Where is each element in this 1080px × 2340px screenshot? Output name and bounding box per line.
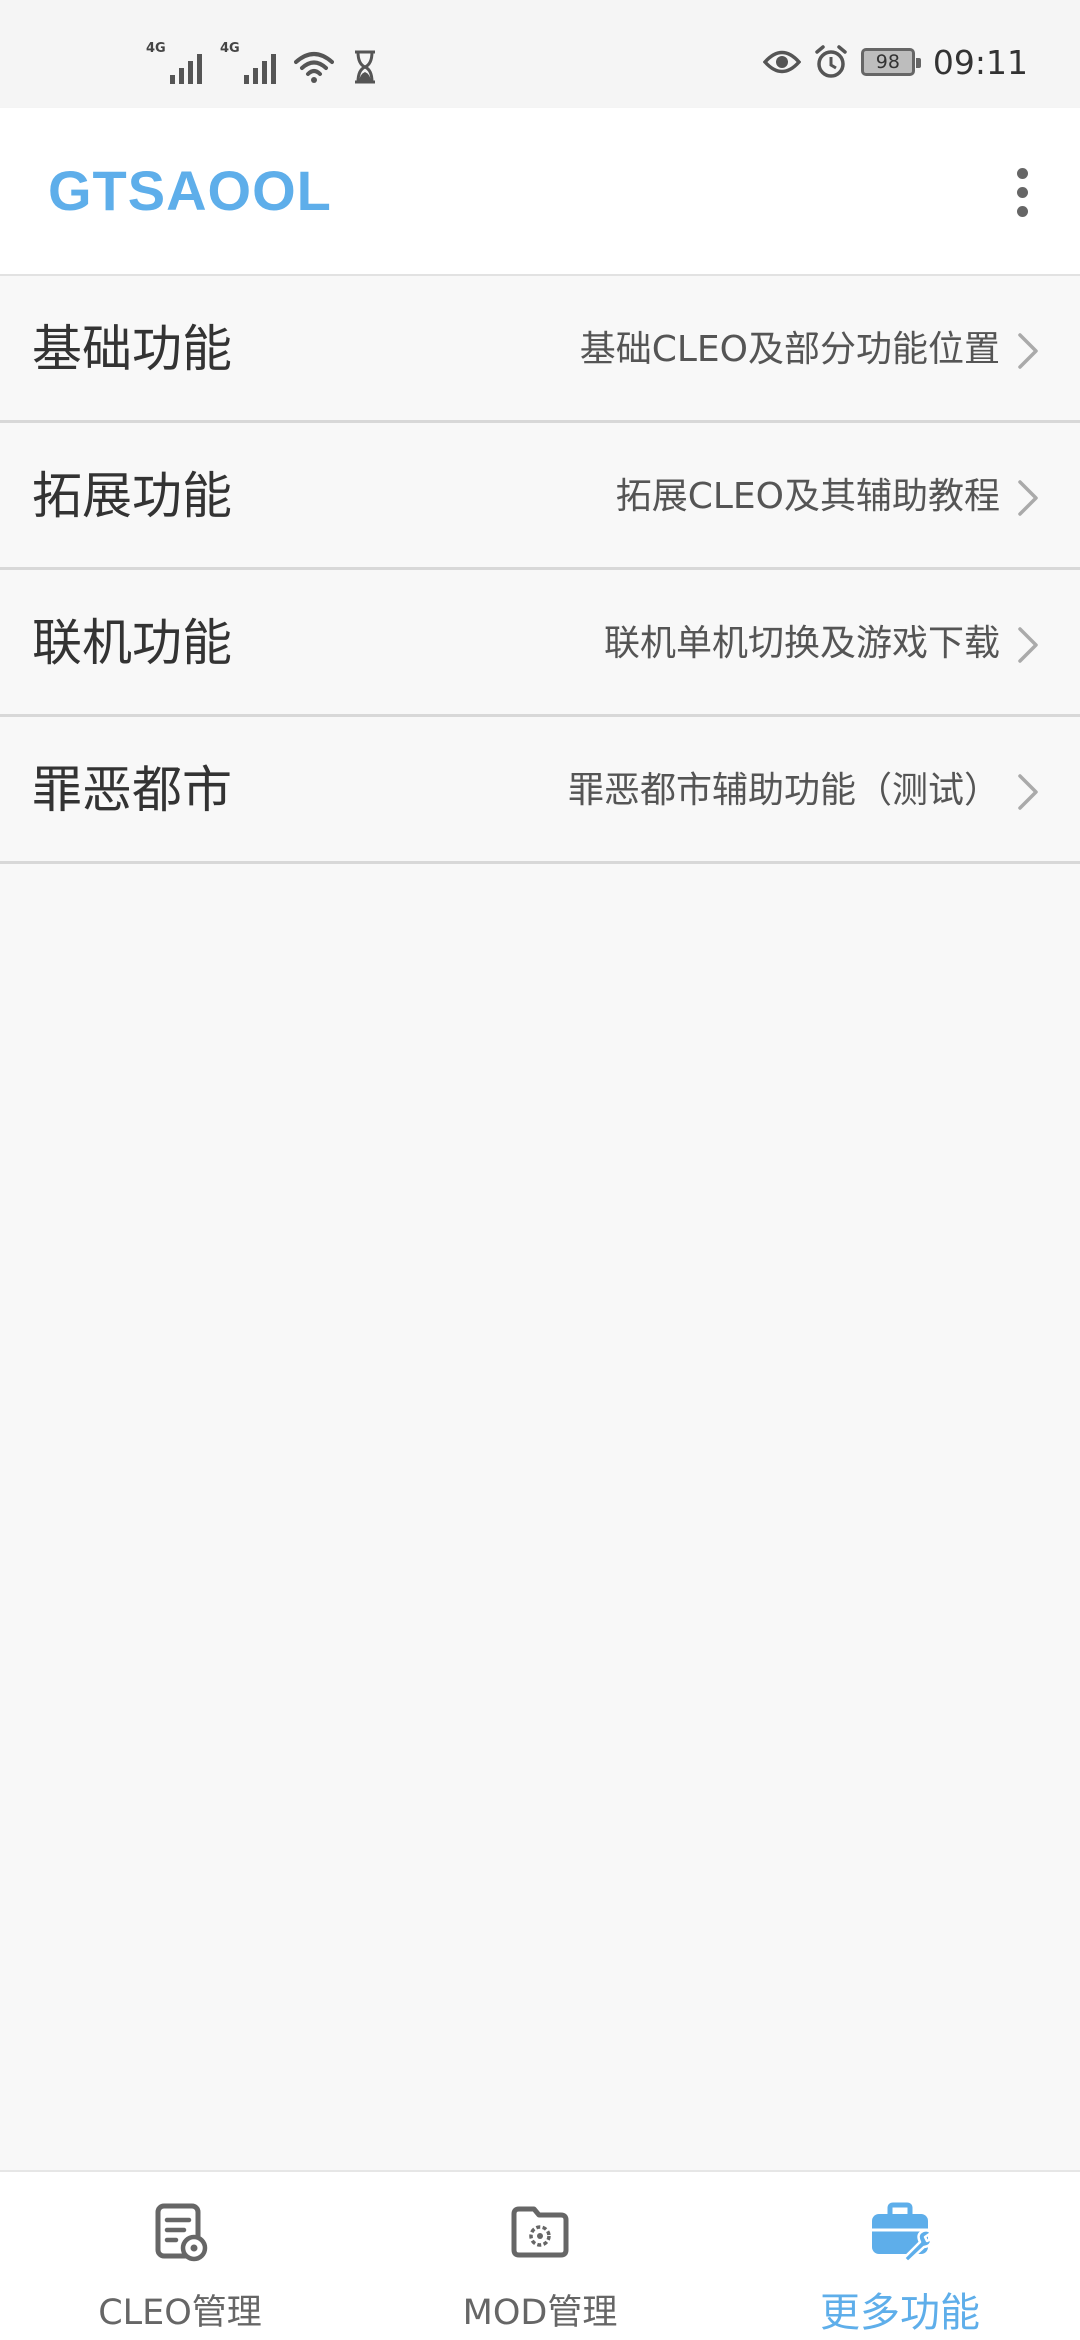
signal-icon: 4G bbox=[146, 42, 202, 84]
hourglass-icon bbox=[355, 50, 375, 84]
list-item-title: 联机功能 bbox=[32, 614, 232, 672]
screen: 4G 4G 98 09:11 GTSAOOL 基础功能 基础CLEO及部分功能位… bbox=[0, 0, 1080, 2340]
chevron-right-icon bbox=[1018, 774, 1038, 810]
list-item-vice-city[interactable]: 罪恶都市 罪恶都市辅助功能（测试） bbox=[0, 717, 1080, 864]
list-item-description: 联机单机切换及游戏下载 bbox=[603, 623, 1000, 664]
app-title: GTSAOOL bbox=[48, 159, 332, 222]
tab-label: MOD管理 bbox=[462, 2293, 618, 2333]
tab-more-features[interactable]: 更多功能 bbox=[720, 2172, 1080, 2340]
status-left: 4G 4G bbox=[146, 42, 378, 84]
list-item-description: 基础CLEO及部分功能位置 bbox=[579, 329, 1000, 370]
tab-label: CLEO管理 bbox=[98, 2293, 262, 2333]
alarm-icon bbox=[815, 45, 847, 78]
list-item-description: 拓展CLEO及其辅助教程 bbox=[615, 476, 1000, 517]
list-item-description: 罪恶都市辅助功能（测试） bbox=[567, 770, 1000, 811]
folder-gear-icon bbox=[511, 2206, 569, 2258]
tab-mod-manage[interactable]: MOD管理 bbox=[360, 2172, 720, 2340]
network-type-label: 4G bbox=[220, 41, 240, 56]
more-options-button[interactable] bbox=[986, 150, 1058, 234]
status-bar: 4G 4G 98 09:11 bbox=[0, 0, 1080, 108]
list-item-online[interactable]: 联机功能 联机单机切换及游戏下载 bbox=[0, 570, 1080, 717]
bottom-nav: CLEO管理 MOD管理 更多功能 bbox=[0, 2170, 1080, 2340]
status-time: 09:11 bbox=[932, 42, 1028, 82]
list-item-title: 罪恶都市 bbox=[32, 761, 232, 819]
list-item-extended[interactable]: 拓展功能 拓展CLEO及其辅助教程 bbox=[0, 423, 1080, 570]
more-vert-icon bbox=[1016, 167, 1028, 179]
network-type-label: 4G bbox=[146, 41, 166, 56]
toolbox-icon bbox=[872, 2202, 932, 2264]
list-item-title: 拓展功能 bbox=[32, 467, 232, 525]
chevron-right-icon bbox=[1018, 480, 1038, 516]
wifi-icon bbox=[294, 52, 334, 83]
eye-icon bbox=[762, 50, 801, 74]
tab-cleo-manage[interactable]: CLEO管理 bbox=[0, 2172, 360, 2340]
tab-label: 更多功能 bbox=[820, 2290, 980, 2336]
app-bar: GTSAOOL bbox=[0, 108, 1080, 276]
signal-icon: 4G bbox=[220, 42, 276, 84]
list-item-title: 基础功能 bbox=[32, 320, 232, 378]
chevron-right-icon bbox=[1018, 333, 1038, 369]
list-item-basic[interactable]: 基础功能 基础CLEO及部分功能位置 bbox=[0, 276, 1080, 423]
feature-list: 基础功能 基础CLEO及部分功能位置 拓展功能 拓展CLEO及其辅助教程 联机功… bbox=[0, 276, 1080, 864]
status-right: 98 09:11 bbox=[762, 42, 1028, 82]
chevron-right-icon bbox=[1018, 627, 1038, 663]
document-gear-icon bbox=[155, 2203, 208, 2262]
battery-level: 98 bbox=[875, 51, 900, 73]
battery-icon: 98 bbox=[860, 48, 921, 76]
